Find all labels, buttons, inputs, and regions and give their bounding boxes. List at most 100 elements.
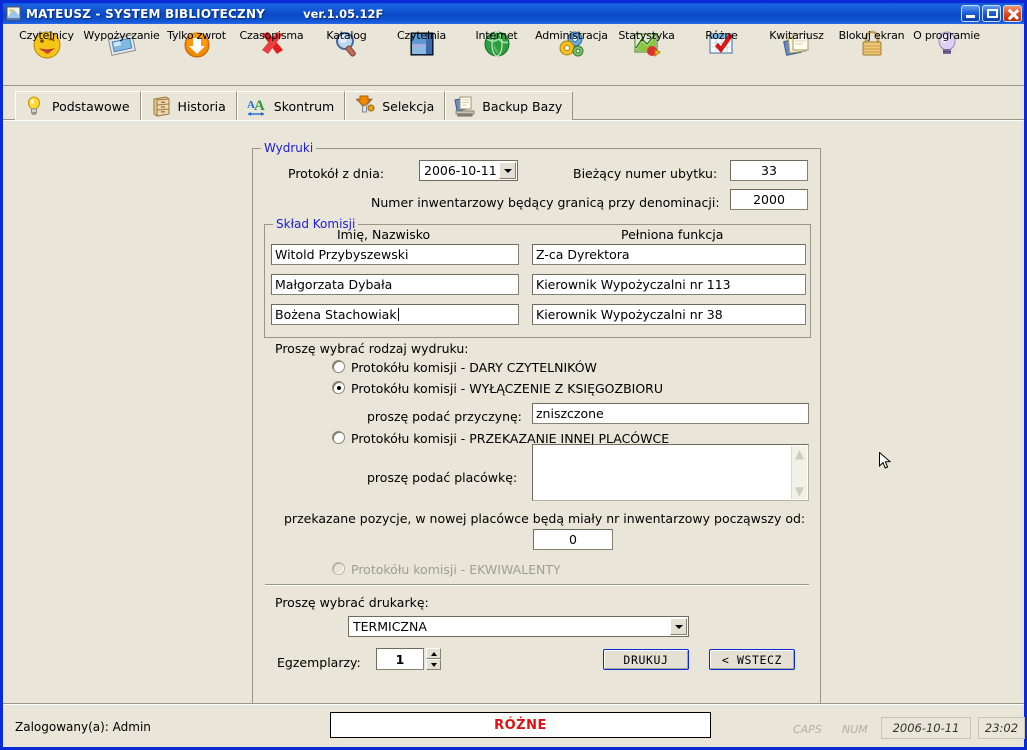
toolbar-label: O programie — [913, 29, 980, 42]
tab-label: Podstawowe — [52, 98, 130, 114]
tab-selekcja[interactable]: Selekcja — [345, 91, 446, 120]
chevron-down-icon[interactable] — [499, 162, 516, 179]
current-module-badge: RÓŻNE — [330, 712, 711, 738]
stepper-down-button[interactable] — [426, 659, 441, 670]
back-button-label: < WSTECZ — [721, 652, 783, 667]
radio-ekwiwalenty — [332, 562, 345, 575]
tab-podstawowe[interactable]: Podstawowe — [15, 91, 141, 120]
section-divider — [265, 584, 809, 586]
radio-label-ekwiwalenty: Protokółu komisji - EKWIWALENTY — [351, 562, 561, 577]
committee-function-value: Kierownik Wypożyczalni nr 113 — [536, 277, 731, 292]
committee-name-field[interactable]: Małgorzata Dybała — [271, 274, 519, 295]
client-area: Wydruki Protokół z dnia: 2006-10-11 Bież… — [3, 120, 1024, 703]
caps-indicator: CAPS — [793, 723, 822, 736]
window-version: ver.1.05.12F — [303, 6, 384, 21]
toolbar-label: Katalog — [326, 29, 367, 42]
file-cabinet-icon — [150, 95, 172, 117]
printer-label: Proszę wybrać drukarkę: — [275, 595, 429, 610]
toolbar-label: Czasopisma — [239, 29, 304, 42]
text-caret — [397, 308, 399, 321]
toolbar-label: Kwitariusz — [769, 29, 824, 42]
back-button[interactable]: < WSTECZ — [709, 649, 795, 670]
application-window: MATEUSZ - SYSTEM BIBLIOTECZNY ver.1.05.1… — [0, 0, 1027, 750]
protocol-date-label: Protokół z dnia: — [288, 166, 385, 181]
num-indicator: NUM — [842, 723, 868, 736]
current-loss-number-value: 33 — [761, 163, 777, 178]
committee-name-value: Małgorzata Dybała — [275, 277, 393, 292]
committee-function-field[interactable]: Z-ca Dyrektora — [532, 244, 806, 265]
print-button[interactable]: DRUKUJ — [603, 649, 689, 670]
protocol-date-value: 2006-10-11 — [424, 163, 497, 178]
print-button-label: DRUKUJ — [623, 652, 669, 667]
current-loss-number-label: Bieżący numer ubytku: — [573, 166, 718, 181]
toolbar-label: Administracja — [535, 29, 608, 42]
institution-label: proszę podać placówkę: — [367, 470, 518, 485]
printer-combo[interactable]: TERMICZNA — [348, 616, 689, 637]
close-button[interactable] — [1003, 5, 1022, 22]
title-bar: MATEUSZ - SYSTEM BIBLIOTECZNY ver.1.05.1… — [3, 3, 1024, 24]
committee-function-value: Kierownik Wypożyczalni nr 38 — [536, 307, 723, 322]
stepper-up-button[interactable] — [426, 648, 441, 659]
toolbar-label: Wypożyczanie — [83, 29, 160, 42]
copies-stepper[interactable] — [426, 648, 441, 670]
radio-dary-czytelnikow[interactable] — [332, 360, 345, 373]
funnel-icon — [354, 95, 376, 117]
copies-field[interactable]: 1 — [376, 648, 424, 670]
main-toolbar: Czytelnicy Wypożyczanie Tylko zwrot Czas… — [3, 24, 1024, 86]
transfer-start-field[interactable]: 0 — [533, 529, 613, 550]
minimize-button[interactable] — [961, 5, 980, 22]
toolbar-item-katalog[interactable]: Katalog — [309, 24, 384, 84]
tab-label: Backup Bazy — [482, 98, 563, 114]
tab-skontrum[interactable]: A A Skontrum — [236, 91, 346, 120]
svg-text:A: A — [254, 98, 265, 114]
textarea-scrollbar[interactable]: ▲ ▼ — [791, 446, 807, 499]
toolbar-item-internet[interactable]: Internet — [459, 24, 534, 84]
committee-function-field[interactable]: Kierownik Wypożyczalni nr 113 — [532, 274, 806, 295]
copies-value: 1 — [395, 651, 405, 667]
font-size-icon: A A — [246, 95, 268, 117]
reason-field[interactable]: zniszczone — [532, 403, 809, 424]
printouts-group-label: Wydruki — [261, 141, 317, 155]
status-time: 23:02 — [978, 717, 1025, 739]
toolbar-item-czasopisma[interactable]: Czasopisma — [234, 24, 309, 84]
committee-col-function-header: Pełniona funkcja — [621, 227, 724, 242]
tab-label: Skontrum — [273, 98, 335, 114]
toolbar-item-czytelnia[interactable]: Czytelnia — [384, 24, 459, 84]
toolbar-item-tylko-zwrot[interactable]: Tylko zwrot — [159, 24, 234, 84]
denomination-limit-value: 2000 — [753, 192, 785, 207]
tab-strip: Podstawowe Historia A A Skontrum Selekcj… — [3, 87, 1024, 120]
committee-name-field[interactable]: Witold Przybyszewski — [271, 244, 519, 265]
tab-historia[interactable]: Historia — [140, 91, 237, 120]
toolbar-label: Blokuj ekran — [838, 29, 905, 42]
toolbar-item-rozne[interactable]: Różne — [684, 24, 759, 84]
committee-name-value: Witold Przybyszewski — [275, 247, 409, 262]
status-date: 2006-10-11 — [881, 717, 971, 739]
toolbar-item-kwitariusz[interactable]: Kwitariusz — [759, 24, 834, 84]
denomination-limit-field[interactable]: 2000 — [730, 189, 808, 210]
tab-backup-bazy[interactable]: Backup Bazy — [445, 91, 574, 120]
protocol-date-combo[interactable]: 2006-10-11 — [419, 160, 518, 181]
toolbar-item-czytelnicy[interactable]: Czytelnicy — [9, 24, 84, 84]
transfer-note-label: przekazane pozycje, w nowej placówce będ… — [284, 511, 806, 526]
radio-wylaczenie-z-ksiegozbioru[interactable] — [332, 381, 345, 394]
committee-name-field[interactable]: Bożena Stachowiak — [271, 304, 519, 325]
toolbar-label: Czytelnicy — [19, 29, 74, 42]
current-loss-number-field[interactable]: 33 — [730, 160, 808, 181]
maximize-button[interactable] — [982, 5, 1001, 22]
toolbar-item-wypozyczanie[interactable]: Wypożyczanie — [83, 24, 160, 84]
tab-label: Historia — [177, 98, 226, 114]
committee-col-name-header: Imię, Nazwisko — [337, 227, 431, 242]
toolbar-item-administracja[interactable]: Administracja — [534, 24, 609, 84]
toolbar-item-o-programie[interactable]: O programie — [909, 24, 984, 84]
institution-textarea[interactable]: ▲ ▼ — [532, 444, 809, 501]
committee-function-field[interactable]: Kierownik Wypożyczalni nr 38 — [532, 304, 806, 325]
scroll-up-icon[interactable]: ▲ — [792, 446, 808, 462]
radio-label-wylaczenie-z-ksiegozbioru: Protokółu komisji - WYŁĄCZENIE Z KSIĘGOZ… — [351, 381, 663, 396]
toolbar-item-statystyka[interactable]: Statystyka — [609, 24, 684, 84]
scroll-down-icon[interactable]: ▼ — [792, 483, 808, 499]
toolbar-label: Czytelnia — [396, 29, 447, 42]
toolbar-item-blokuj-ekran[interactable]: Blokuj ekran — [834, 24, 909, 84]
radio-przekazanie-innej-placowce[interactable] — [332, 431, 345, 444]
chevron-down-icon[interactable] — [670, 618, 687, 635]
radio-label-dary-czytelnikow: Protokółu komisji - DARY CZYTELNIKÓW — [351, 360, 597, 375]
